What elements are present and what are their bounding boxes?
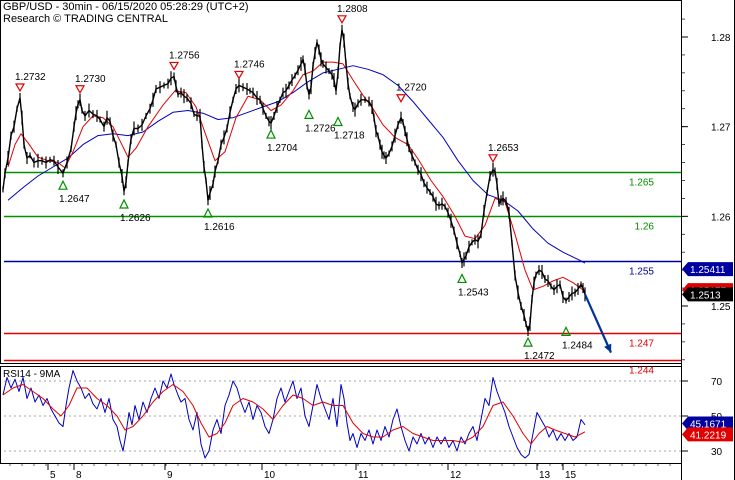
level-label-1: 1.26 bbox=[635, 222, 655, 233]
trough-label-8: 1.2484 bbox=[562, 340, 593, 351]
peak-marker-1 bbox=[74, 85, 86, 94]
time-tick-label-6: 13 bbox=[539, 470, 551, 480]
peak-label-5: 1.2720 bbox=[396, 83, 427, 94]
level-label-3: 1.247 bbox=[629, 339, 654, 350]
peak-label-6: 1.2653 bbox=[488, 143, 519, 154]
level-label-0: 1.265 bbox=[629, 178, 654, 189]
price-tag-label-0: 1.25411 bbox=[690, 265, 726, 276]
chart-subtitle: Research © TRADING CENTRAL bbox=[3, 13, 168, 25]
trough-marker-0 bbox=[58, 179, 68, 190]
level-label-2: 1.255 bbox=[629, 267, 654, 278]
peak-marker-4 bbox=[336, 15, 348, 25]
time-tick-label-7: 15 bbox=[565, 470, 577, 480]
time-tick-label-4: 11 bbox=[358, 470, 369, 480]
rsi-line bbox=[2, 370, 586, 459]
ma-fast-line bbox=[7, 61, 584, 291]
trough-label-6: 1.2543 bbox=[458, 287, 489, 298]
trough-marker-5 bbox=[333, 116, 343, 127]
rsi-layer: RSI14 - 9MA70503045.167141.2219 bbox=[2, 369, 733, 459]
time-tick-label-2: 9 bbox=[167, 470, 173, 480]
trough-marker-4 bbox=[304, 109, 314, 119]
trough-marker-3 bbox=[266, 128, 276, 139]
axis-layer: 1.281.271.261.251.254111.251771.25135891… bbox=[9, 18, 733, 480]
peak-marker-0 bbox=[14, 83, 26, 93]
rsi-ytick-label-2: 30 bbox=[711, 447, 723, 458]
time-tick-label-1: 8 bbox=[76, 470, 82, 480]
rsi-title: RSI14 - 9MA bbox=[3, 369, 61, 380]
chart-canvas: 1.2651.261.2551.2471.244 1.2732 1.27301.2… bbox=[0, 0, 735, 480]
trough-marker-7 bbox=[523, 336, 533, 347]
peak-label-4: 1.2808 bbox=[337, 4, 368, 15]
trough-label-4: 1.2726 bbox=[305, 123, 336, 134]
peak-label-1: 1.2730 bbox=[75, 74, 106, 85]
price-ytick-label-1: 1.27 bbox=[711, 123, 731, 134]
trough-label-2: 1.2616 bbox=[204, 222, 235, 233]
rsi-ytick-label-0: 70 bbox=[711, 377, 723, 388]
trough-marker-1 bbox=[119, 198, 129, 209]
price-ytick-label-2: 1.26 bbox=[711, 212, 731, 223]
peak-marker-5 bbox=[395, 94, 407, 103]
price-ytick-label-3: 1.25 bbox=[711, 302, 731, 313]
peak-marker-6 bbox=[487, 154, 499, 164]
trough-label-0: 1.2647 bbox=[59, 194, 90, 205]
trough-label-5: 1.2718 bbox=[334, 131, 365, 142]
series-layer bbox=[2, 24, 586, 337]
price-ytick-label-0: 1.28 bbox=[711, 33, 731, 44]
peak-label-2: 1.2756 bbox=[169, 50, 200, 61]
chart-title: GBP/USD - 30min - 06/15/2020 05:28:29 (U… bbox=[3, 1, 249, 13]
ma-slow-line bbox=[7, 65, 586, 264]
time-tick-label-3: 10 bbox=[264, 470, 276, 480]
level-label-4: 1.244 bbox=[629, 366, 654, 377]
time-tick-label-0: 5 bbox=[50, 470, 56, 480]
price-tag-label-2: 1.2513 bbox=[690, 290, 721, 301]
price-panel-frame bbox=[0, 0, 682, 364]
trough-label-3: 1.2704 bbox=[267, 143, 298, 154]
peak-marker-2 bbox=[168, 61, 180, 71]
peak-label-0: 1.2732 bbox=[15, 72, 46, 83]
trough-marker-6 bbox=[457, 273, 467, 284]
time-tick-label-5: 12 bbox=[450, 470, 462, 480]
trough-label-1: 1.2626 bbox=[120, 213, 151, 224]
rsi-tag-label-1: 41.2219 bbox=[690, 430, 727, 441]
peak-marker-3 bbox=[233, 70, 245, 80]
peak-label-3: 1.2746 bbox=[234, 59, 265, 70]
trough-label-7: 1.2472 bbox=[524, 351, 555, 362]
